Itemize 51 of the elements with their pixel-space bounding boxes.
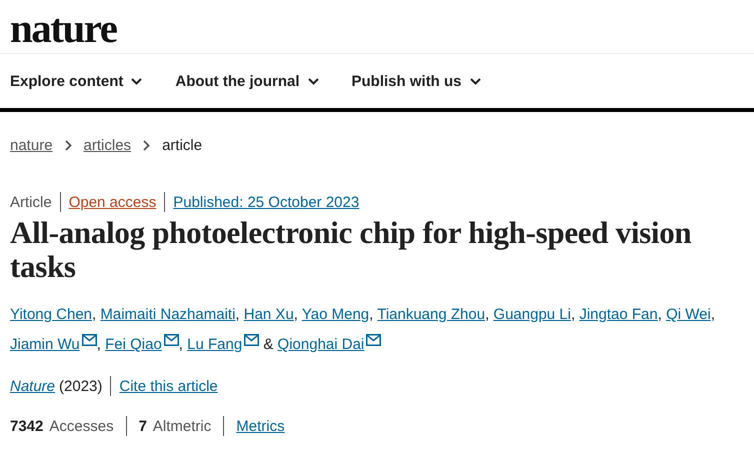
- author-separator: ,: [369, 306, 374, 323]
- email-icon[interactable]: [164, 334, 179, 346]
- nav-menu-button[interactable]: Publish with us: [352, 72, 481, 90]
- author-separator: ,: [658, 306, 662, 323]
- published-date-link[interactable]: Published: 25 October 2023: [173, 194, 360, 210]
- author-separator: ,: [235, 306, 240, 323]
- author-link[interactable]: Qi Wei: [666, 306, 711, 323]
- author-separator: ,: [710, 306, 715, 323]
- metric-count: 7: [138, 418, 147, 434]
- year: (2023): [59, 378, 102, 394]
- chevron-down-icon: [131, 78, 142, 84]
- metric-count: 7342: [10, 418, 44, 434]
- author-link[interactable]: Qionghai Dai: [278, 336, 364, 353]
- chevron-down-icon: [308, 78, 319, 84]
- author-link[interactable]: Guangpu Li: [493, 306, 571, 323]
- metrics-link[interactable]: Metrics: [236, 418, 285, 434]
- author-separator: ,: [96, 336, 101, 353]
- nav-menu-button[interactable]: Explore content: [10, 72, 142, 90]
- chevron-right-icon: [143, 140, 150, 150]
- chevron-right-icon: [64, 140, 72, 150]
- author-link[interactable]: Han Xu: [244, 306, 294, 323]
- metric-label: Accesses: [49, 418, 114, 434]
- nature-logo[interactable]: nature: [0, 0, 754, 54]
- metric-label: Altmetric: [152, 418, 212, 434]
- author-link[interactable]: Jiamin Wu: [10, 336, 80, 353]
- author-separator: ,: [92, 306, 96, 323]
- open-access-link[interactable]: Open access: [68, 194, 156, 210]
- chevron-down-icon: [470, 78, 481, 84]
- author-separator: ,: [485, 306, 490, 323]
- email-icon[interactable]: [366, 334, 382, 346]
- nav-menu-button[interactable]: About the journal: [175, 72, 319, 90]
- author-link[interactable]: Lu Fang: [187, 336, 242, 353]
- author-separator: &: [262, 336, 274, 353]
- author-separator: ,: [571, 306, 576, 323]
- author-separator: ,: [294, 306, 298, 323]
- author-link[interactable]: Jingtao Fan: [579, 306, 658, 323]
- email-icon[interactable]: [82, 334, 97, 346]
- breadcrumb-link[interactable]: nature: [10, 136, 53, 154]
- article-title: All-analog photoelectronic chip for high-speed vision tasks: [10, 216, 692, 284]
- author-link[interactable]: Yao Meng: [302, 306, 370, 323]
- article-type: Article: [10, 194, 52, 210]
- author-separator: ,: [178, 336, 183, 353]
- journal-link[interactable]: Nature: [10, 378, 56, 394]
- author-link[interactable]: Tiankuang Zhou: [377, 306, 486, 323]
- email-icon[interactable]: [244, 334, 260, 346]
- author-link[interactable]: Yitong Chen: [10, 306, 92, 323]
- breadcrumb-link[interactable]: articles: [84, 136, 132, 154]
- cite-link[interactable]: Cite this article: [119, 378, 218, 394]
- author-link[interactable]: Maimaiti Nazhamaiti: [100, 306, 236, 323]
- author-link[interactable]: Fei Qiao: [105, 336, 162, 353]
- breadcrumb-current: article: [162, 136, 202, 154]
